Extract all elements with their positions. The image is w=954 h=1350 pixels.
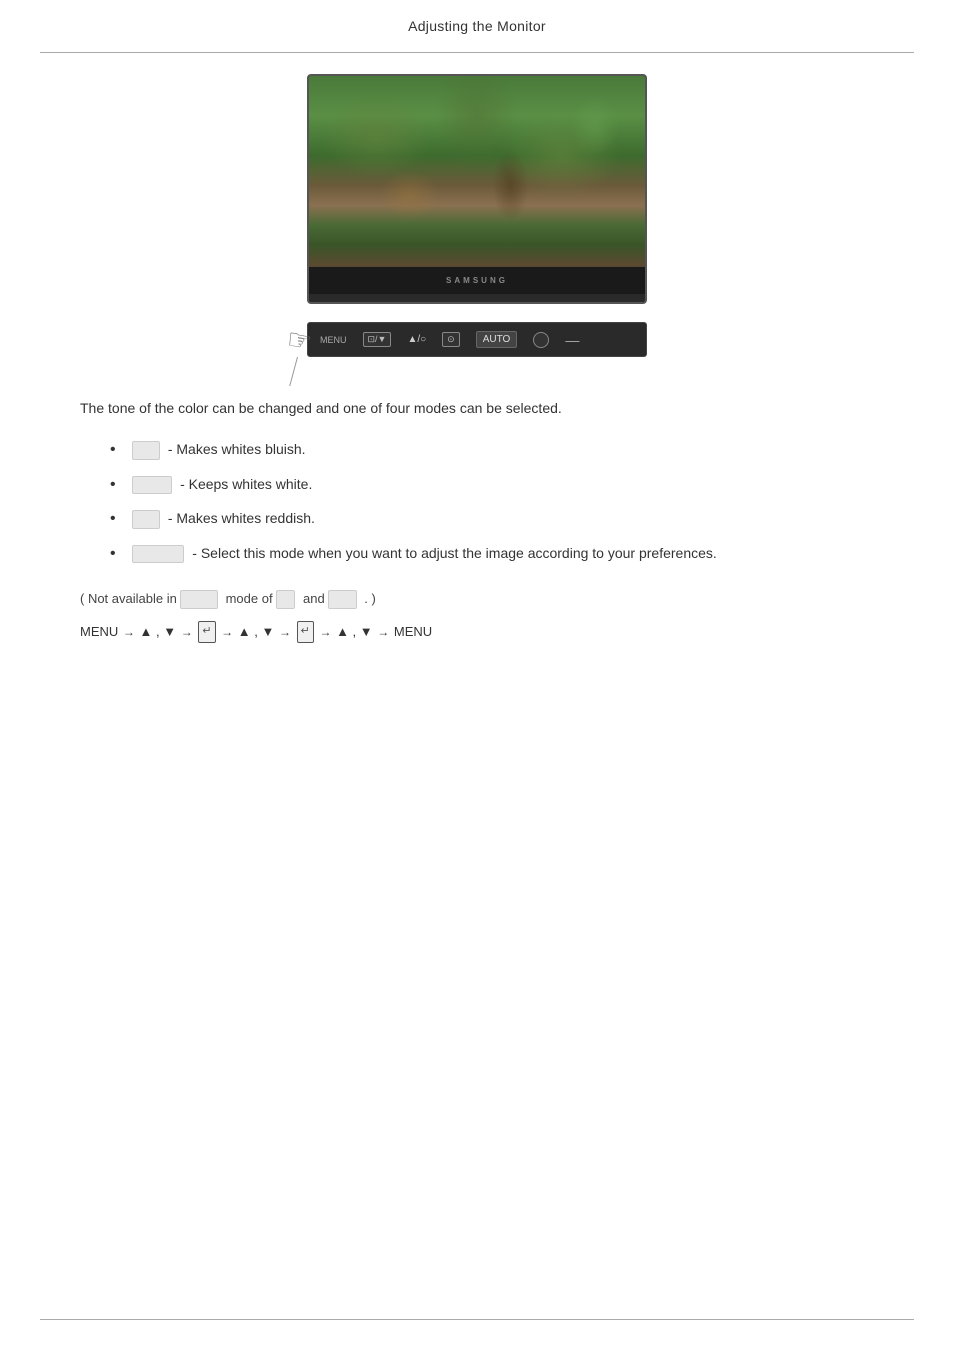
bullet-text-3: - Makes whites reddish. <box>168 510 315 526</box>
note-text-before: ( Not available in <box>80 591 177 606</box>
nav-arrow-4: → <box>279 622 291 644</box>
bullet-content-2: - Keeps whites white. <box>132 474 874 495</box>
bullet-dot-4: • <box>110 543 116 565</box>
enter-key-2: ↵ <box>297 621 314 643</box>
bullet-content-3: - Makes whites reddish. <box>132 508 874 529</box>
note-mode-tag-1 <box>180 590 218 610</box>
bullet-text-1: - Makes whites bluish. <box>168 441 306 457</box>
bullet-content-4: - Select this mode when you want to adju… <box>132 543 874 564</box>
menu-button-label: MENU <box>320 335 347 345</box>
note-line: ( Not available in mode of and . ) <box>80 589 874 610</box>
bottom-divider <box>40 1319 914 1320</box>
note-text-middle-2: and <box>303 591 325 606</box>
nav-up-2: ▲ , ▼ <box>238 624 278 639</box>
mode-tag-1 <box>132 441 160 460</box>
mode-tag-2 <box>132 476 173 495</box>
hand-cursor-area: ☞ <box>287 324 312 387</box>
bullet-dot-1: • <box>110 439 116 461</box>
bullet-dot-2: • <box>110 474 116 496</box>
list-item: • - Makes whites bluish. <box>80 439 874 461</box>
top-divider <box>40 52 914 53</box>
ctrl-auto: AUTO <box>476 331 518 348</box>
bullet-dot-3: • <box>110 508 116 530</box>
mode-tag-3 <box>132 510 160 529</box>
hand-icon: ☞ <box>284 322 314 359</box>
mode-tag-4 <box>132 545 185 564</box>
nav-arrow-1: → <box>123 622 135 644</box>
note-text-after: . ) <box>364 591 376 606</box>
nav-menu-start: MENU <box>80 624 122 639</box>
ctrl-box-2: ⊙ <box>442 332 460 347</box>
ctrl-box-1: ⊡/▼ <box>363 332 392 347</box>
note-mode-tag-2 <box>276 590 295 610</box>
monitor-brand-bar: SAMSUNG <box>309 267 645 294</box>
nav-menu-end: MENU <box>394 624 432 639</box>
list-item: • - Makes whites reddish. <box>80 508 874 530</box>
ctrl-updown: ▲/○ <box>407 334 426 345</box>
nav-arrow-2: → <box>181 622 193 644</box>
page-title: Adjusting the Monitor <box>0 0 954 34</box>
monitor-screen <box>309 76 645 275</box>
list-item: • - Select this mode when you want to ad… <box>80 543 874 565</box>
list-item: • - Keeps whites white. <box>80 474 874 496</box>
nav-arrow-6: → <box>377 622 389 644</box>
bullet-content-1: - Makes whites bluish. <box>132 439 874 460</box>
content-area: SAMSUNG MENU ⊡/▼ ▲/○ ⊙ AUTO — ☞ <box>0 44 954 723</box>
nav-up: ▲ , ▼ <box>140 624 180 639</box>
nav-arrow-5: → <box>319 622 331 644</box>
nav-arrow-3: → <box>221 622 233 644</box>
bullet-text-2: - Keeps whites white. <box>180 476 312 492</box>
monitor-brand-text: SAMSUNG <box>446 276 508 285</box>
bullet-text-4: - Select this mode when you want to adju… <box>192 545 717 561</box>
bullet-list: • - Makes whites bluish. • - Keeps white… <box>80 439 874 565</box>
description-text: The tone of the color can be changed and… <box>80 397 874 419</box>
note-text-middle-1: mode of <box>226 591 273 606</box>
nav-up-3: ▲ , ▼ <box>336 624 376 639</box>
control-bar-wrapper: MENU ⊡/▼ ▲/○ ⊙ AUTO — ☞ <box>80 322 874 357</box>
monitor-image-wrapper: SAMSUNG <box>80 74 874 304</box>
ctrl-circle <box>533 332 549 348</box>
enter-key-1: ↵ <box>198 621 215 643</box>
navigation-line: MENU → ▲ , ▼ → ↵ → ▲ , ▼ → ↵ → ▲ , ▼ → M… <box>80 620 874 643</box>
note-mode-tag-3 <box>328 590 356 610</box>
monitor-image: SAMSUNG <box>307 74 647 304</box>
control-bar: MENU ⊡/▼ ▲/○ ⊙ AUTO — <box>307 322 647 357</box>
ctrl-dash: — <box>565 332 579 348</box>
